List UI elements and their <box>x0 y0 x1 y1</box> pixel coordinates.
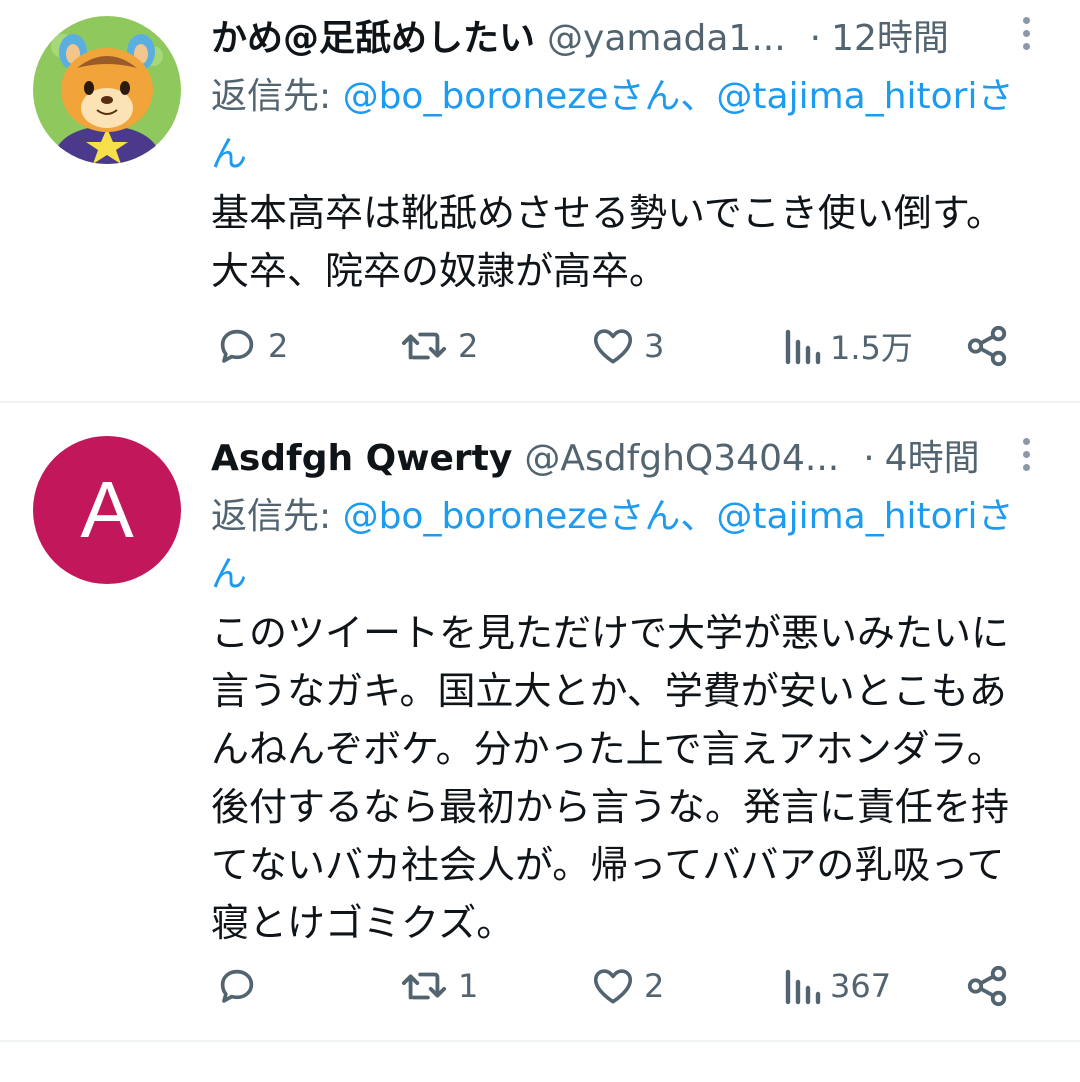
share-icon <box>967 965 1007 1007</box>
retweet-count: 2 <box>458 327 479 365</box>
tweet[interactable]: A Asdfgh Qwerty @AsdfghQ3404... · 4時間 返信先: … <box>0 405 1080 1042</box>
tweet-header: かめ@足舐めしたい @yamada1... · 12時間 <box>211 14 980 64</box>
views-button[interactable]: 367 <box>782 956 891 1016</box>
tweet[interactable]: かめ@足舐めしたい @yamada1... · 12時間 返信先: @bo_boron… <box>0 0 1080 403</box>
tweet-text: 基本高卒は靴舐めさせる勢いでこき使い倒す。大卒、院卒の奴隷が高卒。 <box>211 191 1005 293</box>
retweet-icon <box>401 332 447 360</box>
timestamp[interactable]: 12時間 <box>831 18 949 59</box>
like-count: 3 <box>644 327 665 365</box>
reply-context: 返信先: @bo_boronezeさん、@tajima_hitoriさん <box>211 68 1041 184</box>
retweet-button[interactable]: 2 <box>398 316 478 376</box>
display-name[interactable]: Asdfgh Qwerty <box>211 438 512 479</box>
avatar-letter: A <box>80 465 134 554</box>
heart-icon <box>593 969 633 1004</box>
more-vertical-icon[interactable] <box>1014 435 1038 475</box>
reply-prefix: 返信先: <box>211 76 343 117</box>
share-button[interactable] <box>964 316 1010 376</box>
share-button[interactable] <box>964 956 1010 1016</box>
views-button[interactable]: 1.5万 <box>782 316 913 376</box>
tweet-actions: 1 2 367 <box>0 956 1080 1016</box>
reply-count: 2 <box>268 327 289 365</box>
reply-button[interactable] <box>214 956 268 1016</box>
timestamp[interactable]: 4時間 <box>885 438 980 479</box>
mention-joiner: 、 <box>680 496 717 537</box>
animal-avatar-image <box>33 16 181 164</box>
separator-dot: · <box>809 18 822 59</box>
tweet-header: Asdfgh Qwerty @AsdfghQ3404... · 4時間 <box>211 434 980 484</box>
reply-button[interactable]: 2 <box>214 316 288 376</box>
avatar[interactable]: A <box>33 436 181 584</box>
mention-link[interactable]: @bo_boronezeさん <box>343 496 681 537</box>
reply-context: 返信先: @bo_boronezeさん、@tajima_hitoriさん <box>211 488 1041 604</box>
mention-joiner: 、 <box>680 76 717 117</box>
tweet-text: このツイートを見ただけで大学が悪いみたいに言うなガキ。国立大とか、学費が安いとこ… <box>211 611 1010 945</box>
like-button[interactable]: 3 <box>590 316 664 376</box>
tweet-actions: 2 2 3 1.5万 <box>0 316 1080 376</box>
reply-prefix: 返信先: <box>211 496 343 537</box>
like-button[interactable]: 2 <box>590 956 664 1016</box>
display-name[interactable]: かめ@足舐めしたい <box>211 18 535 59</box>
retweet-icon <box>401 972 447 1000</box>
views-chart-icon <box>785 329 821 365</box>
more-vertical-icon[interactable] <box>1014 14 1038 54</box>
avatar[interactable] <box>33 16 181 164</box>
mention-link[interactable]: @bo_boronezeさん <box>343 76 681 117</box>
views-count: 1.5万 <box>830 329 913 367</box>
like-count: 2 <box>644 967 665 1005</box>
separator-dot: · <box>863 438 875 479</box>
share-icon <box>967 325 1007 367</box>
user-handle[interactable]: @yamada1... <box>547 18 786 59</box>
views-count: 367 <box>830 967 892 1005</box>
heart-icon <box>593 329 633 364</box>
retweet-button[interactable]: 1 <box>398 956 478 1016</box>
user-handle[interactable]: @AsdfghQ3404... <box>524 438 839 479</box>
reply-icon <box>220 969 254 1003</box>
reply-icon <box>220 329 254 363</box>
retweet-count: 1 <box>458 967 479 1005</box>
views-chart-icon <box>785 969 821 1005</box>
